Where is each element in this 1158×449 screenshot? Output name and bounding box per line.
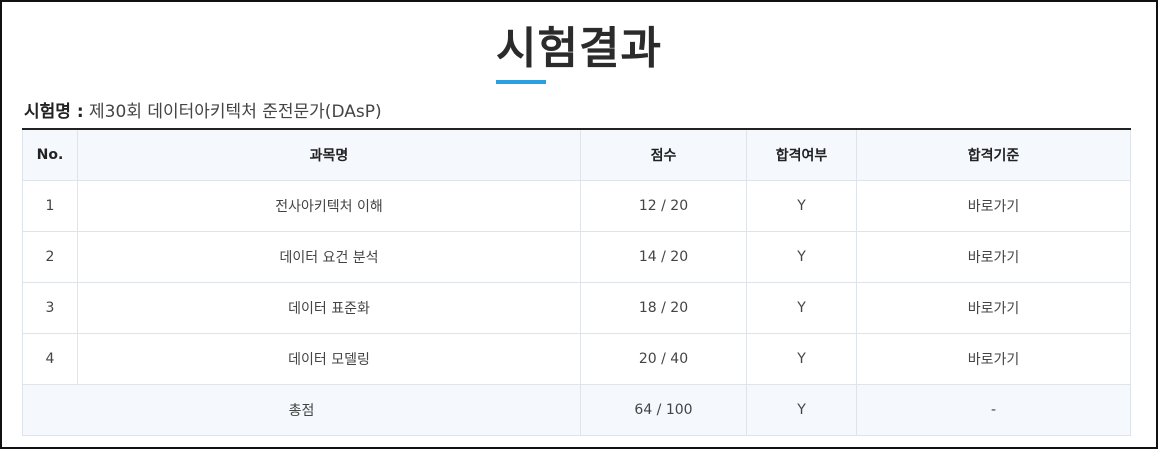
row-no: 2 (22, 231, 78, 283)
row-score: 20 / 40 (580, 333, 747, 385)
criteria-link[interactable]: 바로가기 (968, 199, 1020, 215)
row-pass: Y (746, 333, 857, 385)
row-score: 14 / 20 (580, 231, 747, 283)
row-pass: Y (746, 180, 857, 232)
page-title: 시험결과 (496, 20, 662, 84)
row-subject: 데이터 표준화 (77, 282, 581, 334)
row-criteria-cell: 바로가기 (856, 333, 1131, 385)
row-score: 12 / 20 (580, 180, 747, 232)
total-row: 총점 64 / 100 Y - (22, 384, 1131, 436)
exam-name-line: 시험명 : 제30회 데이터아키텍처 준전문가(DAsP) (24, 100, 382, 124)
table-row: 3 데이터 표준화 18 / 20 Y 바로가기 (22, 282, 1131, 334)
row-no: 3 (22, 282, 78, 334)
title-underline (496, 80, 547, 84)
table-row: 1 전사아키텍처 이해 12 / 20 Y 바로가기 (22, 180, 1131, 232)
criteria-link[interactable]: 바로가기 (968, 301, 1020, 317)
exam-name-value: 제30회 데이터아키텍처 준전문가(DAsP) (89, 102, 382, 122)
title-area: 시험결과 (2, 20, 1156, 84)
row-no: 1 (22, 180, 78, 232)
page-title-text: 시험결과 (496, 23, 662, 74)
row-pass: Y (746, 282, 857, 334)
row-no: 4 (22, 333, 78, 385)
row-subject: 전사아키텍처 이해 (77, 180, 581, 232)
row-criteria-cell: 바로가기 (856, 282, 1131, 334)
results-table: No. 과목명 점수 합격여부 합격기준 1 전사아키텍처 이해 12 / 20… (22, 128, 1131, 436)
row-subject: 데이터 요건 분석 (77, 231, 581, 283)
total-label: 총점 (22, 384, 581, 436)
row-score: 18 / 20 (580, 282, 747, 334)
header-score: 점수 (580, 129, 747, 181)
row-criteria-cell: 바로가기 (856, 231, 1131, 283)
total-pass: Y (746, 384, 857, 436)
row-pass: Y (746, 231, 857, 283)
criteria-link[interactable]: 바로가기 (968, 352, 1020, 368)
total-criteria: - (856, 384, 1131, 436)
table-row: 2 데이터 요건 분석 14 / 20 Y 바로가기 (22, 231, 1131, 283)
row-subject: 데이터 모델링 (77, 333, 581, 385)
header-no: No. (22, 129, 78, 181)
header-pass: 합격여부 (746, 129, 857, 181)
header-criteria: 합격기준 (856, 129, 1131, 181)
criteria-link[interactable]: 바로가기 (968, 250, 1020, 266)
table-header-row: No. 과목명 점수 합격여부 합격기준 (22, 129, 1131, 181)
table-row: 4 데이터 모델링 20 / 40 Y 바로가기 (22, 333, 1131, 385)
row-criteria-cell: 바로가기 (856, 180, 1131, 232)
exam-name-label: 시험명 : (24, 102, 84, 122)
total-score: 64 / 100 (580, 384, 747, 436)
header-subject: 과목명 (77, 129, 581, 181)
